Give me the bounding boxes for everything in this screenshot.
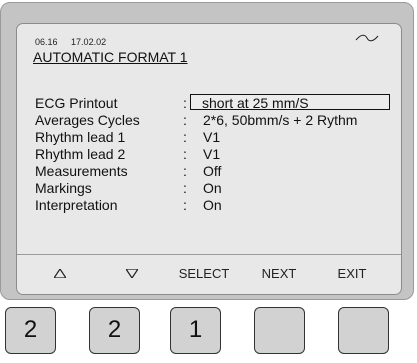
status-time: 17.02.02 — [71, 37, 107, 47]
status-bar: 06.16 17.02.02 — [35, 37, 117, 47]
setting-colon: : — [183, 146, 187, 162]
display-bezel: 06.16 17.02.02 AUTOMATIC FORMAT 1 ECG Pr… — [0, 2, 414, 300]
wave-icon — [355, 34, 379, 42]
exit-softkey[interactable]: EXIT — [322, 265, 382, 283]
setting-value[interactable]: V1 — [203, 146, 220, 162]
hardware-key-4[interactable] — [254, 307, 305, 354]
setting-row-averages-cycles[interactable]: Averages Cycles : 2*6, 50bmm/s + 2 Rythm — [35, 112, 400, 129]
setting-value[interactable]: On — [203, 197, 222, 213]
setting-value[interactable]: On — [203, 180, 222, 196]
setting-colon: : — [183, 163, 187, 179]
screen-title: AUTOMATIC FORMAT 1 — [33, 49, 188, 65]
ecg-device: 06.16 17.02.02 AUTOMATIC FORMAT 1 ECG Pr… — [0, 0, 417, 363]
setting-label: Markings — [35, 180, 92, 196]
setting-colon: : — [183, 112, 187, 128]
select-softkey[interactable]: SELECT — [169, 265, 239, 283]
next-softkey[interactable]: NEXT — [249, 265, 309, 283]
setting-label: Rhythm lead 2 — [35, 146, 126, 162]
setting-row-markings[interactable]: Markings : On — [35, 180, 400, 197]
setting-row-interpretation[interactable]: Interpretation : On — [35, 197, 400, 214]
setting-colon: : — [183, 180, 187, 196]
hardware-key-3[interactable]: 1 — [170, 307, 221, 354]
hardware-key-1[interactable]: 2 — [5, 307, 56, 354]
scroll-down-softkey[interactable] — [102, 265, 162, 283]
setting-value[interactable]: V1 — [203, 129, 220, 145]
setting-row-measurements[interactable]: Measurements : Off — [35, 163, 400, 180]
setting-value-selected[interactable]: short at 25 mm/S — [190, 94, 390, 111]
settings-list: ECG Printout : short at 25 mm/S Averages… — [35, 94, 400, 214]
setting-label: Interpretation — [35, 197, 118, 213]
status-code: 06.16 — [35, 37, 58, 47]
softkey-bar: SELECT NEXT EXIT — [17, 265, 401, 283]
setting-row-rhythm-lead-2[interactable]: Rhythm lead 2 : V1 — [35, 146, 400, 163]
hardware-key-row: 2 2 1 — [0, 307, 417, 361]
setting-colon: : — [183, 129, 187, 145]
setting-label: Measurements — [35, 163, 128, 179]
setting-colon: : — [183, 95, 187, 111]
setting-label: Rhythm lead 1 — [35, 129, 126, 145]
setting-label: ECG Printout — [35, 95, 118, 111]
setting-value[interactable]: Off — [203, 163, 221, 179]
hardware-key-5[interactable] — [338, 307, 389, 354]
softkey-divider — [17, 254, 401, 255]
triangle-up-icon — [54, 269, 66, 278]
setting-row-rhythm-lead-1[interactable]: Rhythm lead 1 : V1 — [35, 129, 400, 146]
setting-label: Averages Cycles — [35, 112, 140, 128]
setting-row-ecg-printout[interactable]: ECG Printout : short at 25 mm/S — [35, 94, 400, 112]
lcd-screen: 06.16 17.02.02 AUTOMATIC FORMAT 1 ECG Pr… — [16, 23, 402, 295]
setting-colon: : — [183, 197, 187, 213]
scroll-up-softkey[interactable] — [35, 265, 85, 283]
triangle-down-icon — [126, 269, 138, 278]
hardware-key-2[interactable]: 2 — [89, 307, 140, 354]
setting-value[interactable]: 2*6, 50bmm/s + 2 Rythm — [203, 112, 357, 128]
